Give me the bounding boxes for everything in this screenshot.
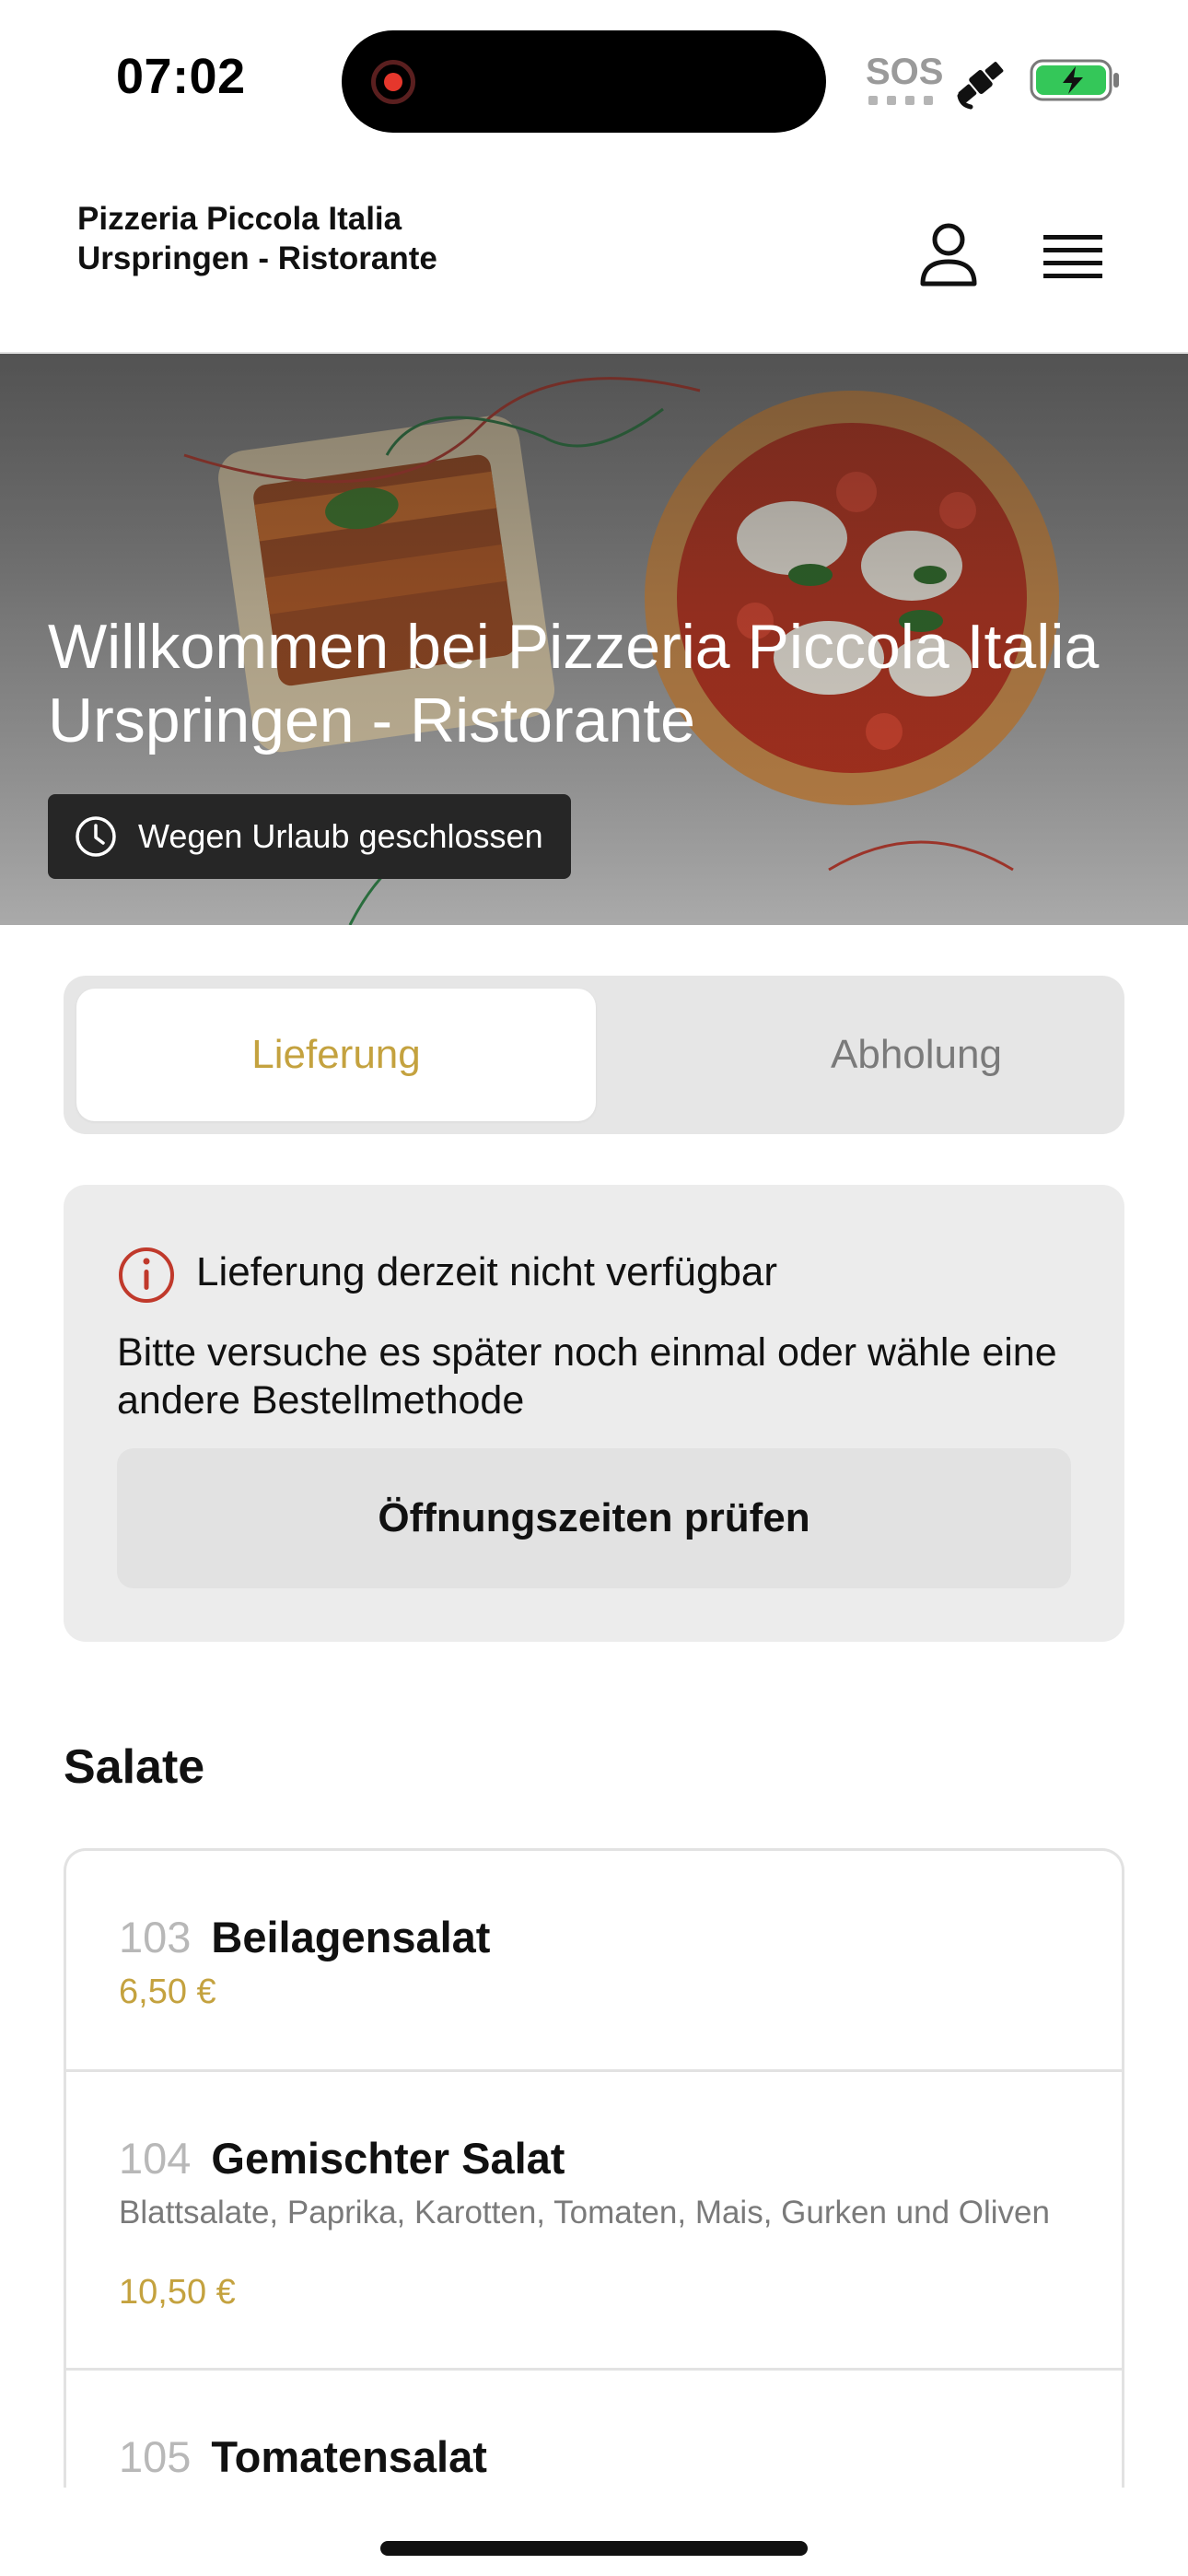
clock-icon [76, 816, 116, 857]
check-opening-hours-button[interactable]: Öffnungszeiten prüfen [117, 1448, 1071, 1588]
status-time: 07:02 [116, 49, 246, 104]
sos-signal-dots [868, 96, 933, 105]
delivery-unavailable-notice: Lieferung derzeit nicht verfügbar Bitte … [64, 1185, 1124, 1642]
status-bar: 07:02 SOS [0, 0, 1188, 157]
item-name: Gemischter Salat [211, 2134, 565, 2183]
tab-delivery[interactable]: Lieferung [76, 989, 596, 1121]
bottom-safe-area [0, 2488, 1188, 2576]
opening-status-text: Wegen Urlaub geschlossen [138, 817, 543, 855]
item-name: Tomatensalat [211, 2432, 487, 2481]
dynamic-island [342, 30, 826, 133]
menu-item-list: 103 Beilagensalat 6,50 € 104 Gemischter … [64, 1848, 1124, 2576]
menu-item[interactable]: 103 Beilagensalat 6,50 € [66, 1851, 1122, 2072]
item-name: Beilagensalat [211, 1913, 491, 1961]
order-method-tabs: Lieferung Abholung [64, 976, 1124, 1134]
opening-status-badge: Wegen Urlaub geschlossen [48, 794, 571, 879]
item-price: 10,50 € [119, 2273, 236, 2312]
item-description: Blattsalate, Paprika, Karotten, Tomaten,… [119, 2195, 1050, 2231]
hero-title: Willkommen bei Pizzeria Piccola Italia U… [48, 612, 1100, 755]
item-number: 104 [119, 2134, 192, 2183]
restaurant-name[interactable]: Pizzeria Piccola Italia Urspringen - Ris… [77, 199, 464, 278]
home-indicator[interactable] [380, 2541, 808, 2556]
hero-banner: Willkommen bei Pizzeria Piccola Italia U… [0, 354, 1188, 925]
menu-item[interactable]: 104 Gemischter Salat Blattsalate, Paprik… [66, 2072, 1122, 2371]
item-number: 105 [119, 2432, 192, 2481]
app-header: Pizzeria Piccola Italia Urspringen - Ris… [0, 157, 1188, 354]
tab-pickup[interactable]: Abholung [657, 989, 1176, 1121]
hamburger-menu-icon[interactable] [1041, 230, 1105, 286]
recording-icon [371, 60, 415, 104]
app-screen: 07:02 SOS Pizzeria Piccola Italia Urspri… [0, 0, 1188, 2576]
item-price: 6,50 € [119, 1973, 216, 2011]
item-number: 103 [119, 1913, 192, 1961]
menu-section-title: Salate [64, 1740, 205, 1794]
satellite-icon [957, 62, 1004, 110]
notice-body: Bitte versuche es später noch einmal ode… [117, 1330, 1057, 1423]
battery-charging-icon [1030, 59, 1119, 101]
notice-title: Lieferung derzeit nicht verfügbar [196, 1249, 778, 1294]
alert-circle-icon [119, 1247, 174, 1303]
user-icon[interactable] [912, 217, 985, 291]
